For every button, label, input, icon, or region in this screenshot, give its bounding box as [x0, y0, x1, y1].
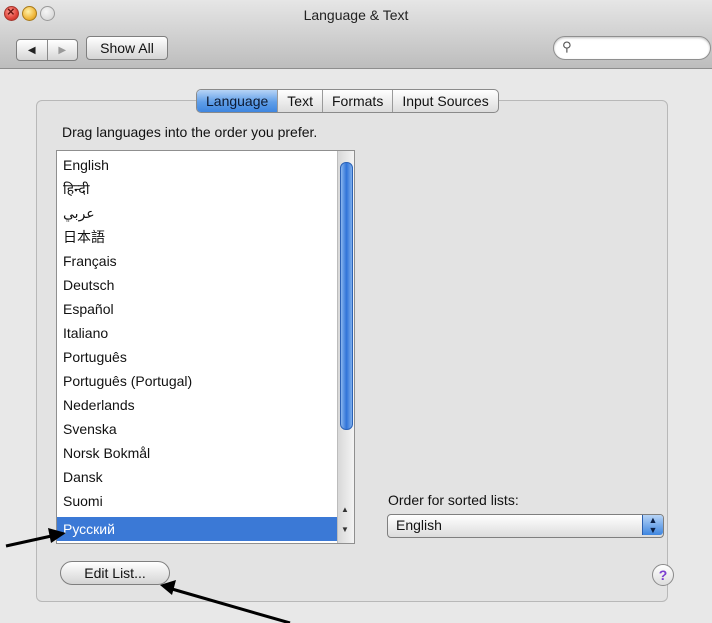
- arrow-pointing-to-selected-language: [5, 528, 66, 548]
- arrow-pointing-to-edit-list-button: [160, 580, 291, 623]
- annotation-arrows: [5, 528, 291, 623]
- preferences-window: Language & Text ◀ ▶ Show All ⚲ Language …: [0, 0, 712, 623]
